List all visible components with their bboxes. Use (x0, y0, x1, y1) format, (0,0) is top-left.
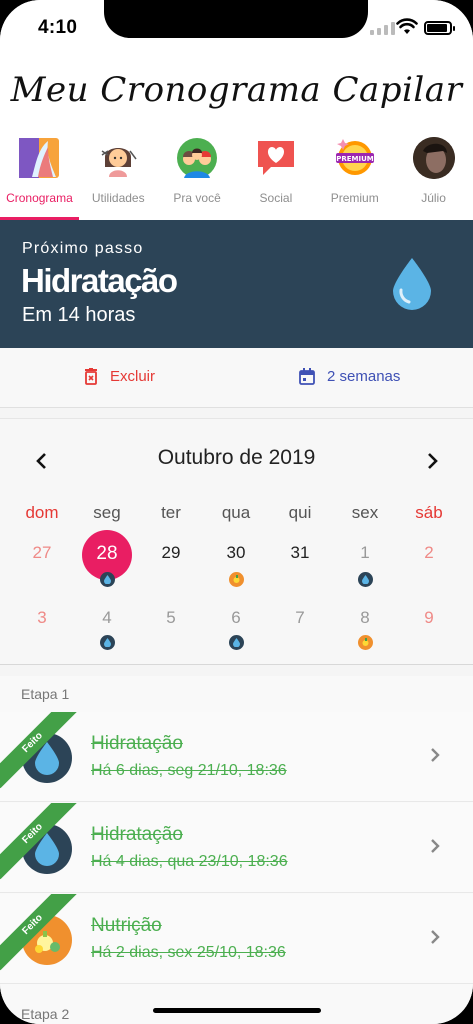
weekday-label: qua (221, 503, 251, 522)
tab-bar: Cronograma Utilidades Pra você Social PR… (0, 134, 473, 220)
status-time: 4:10 (38, 17, 78, 38)
calendar-day[interactable]: 4 (75, 608, 139, 628)
next-step-banner[interactable]: Próximo passo Hidratação Em 14 horas (0, 220, 473, 348)
stages-list: Etapa 1 Feito Hidratação Há 6 dias, seg … (0, 676, 473, 1024)
tab-label: Premium (330, 191, 379, 205)
chevron-right-icon (428, 453, 438, 469)
hydration-dot-icon (358, 572, 373, 587)
weekday-label: ter (161, 503, 181, 522)
actions-bar: Excluir 2 semanas (0, 348, 473, 408)
next-step-time: Em 14 horas (22, 304, 136, 326)
schedule-art-icon (18, 137, 60, 179)
tab-premium[interactable]: PREMIUM Premium (315, 134, 394, 220)
chevron-right-icon (431, 748, 440, 762)
hydration-dot-icon (229, 635, 244, 650)
tab-profile[interactable]: Júlio (394, 134, 473, 220)
nutrition-dot-icon (229, 572, 244, 587)
stylist-icon (97, 137, 139, 179)
calendar-icon (299, 368, 315, 385)
nutrition-dot-icon (358, 635, 373, 650)
avatar-icon (412, 137, 455, 179)
weekday-label: qui (288, 503, 312, 522)
home-indicator[interactable] (153, 1008, 321, 1013)
calendar: Outubro de 2019 dom seg ter qua qui sex … (0, 418, 473, 665)
tab-label: Cronograma (6, 191, 73, 205)
people-icon (176, 137, 218, 179)
calendar-day[interactable]: 29 (139, 543, 203, 563)
calendar-day[interactable]: 5 (139, 608, 203, 628)
item-subtitle: Há 2 dias, sex 25/10, 18:36 (91, 944, 286, 961)
app-title: Meu Cronograma Capilar (10, 70, 463, 110)
list-item[interactable]: Feito Nutrição Há 2 dias, sex 25/10, 18:… (0, 894, 473, 984)
weekday-label: sáb (415, 503, 443, 522)
battery-icon (424, 21, 455, 35)
tab-pra-voce[interactable]: Pra você (158, 134, 237, 220)
calendar-day-today[interactable]: 28 (75, 543, 139, 565)
weekday-label: seg (93, 503, 121, 522)
water-drop-icon (393, 258, 431, 310)
calendar-day[interactable]: 6 (204, 608, 268, 628)
calendar-day[interactable]: 9 (397, 608, 461, 628)
next-month-button[interactable] (418, 446, 448, 476)
tab-label: Pra você (173, 191, 221, 205)
calendar-day[interactable]: 3 (10, 608, 74, 628)
tab-cronograma[interactable]: Cronograma (0, 134, 79, 220)
tab-utilidades[interactable]: Utilidades (79, 134, 158, 220)
weeks-button[interactable]: 2 semanas (299, 368, 400, 385)
weekday-label: dom (25, 503, 59, 522)
calendar-day[interactable]: 30 (204, 543, 268, 563)
calendar-day[interactable]: 2 (397, 543, 461, 563)
calendar-day[interactable]: 7 (268, 608, 332, 628)
item-title: Hidratação (91, 824, 183, 845)
heart-chat-icon (255, 137, 297, 179)
calendar-day[interactable]: 27 (10, 543, 74, 563)
chevron-right-icon (431, 839, 440, 853)
app-header: Meu Cronograma Capilar Cronograma Utilid… (0, 58, 473, 220)
list-item[interactable]: Feito Hidratação Há 6 dias, seg 21/10, 1… (0, 712, 473, 802)
stage-label: Etapa 1 (21, 686, 70, 702)
weekday-label: sex (351, 503, 379, 522)
next-step-title: Hidratação (21, 262, 178, 299)
item-subtitle: Há 6 dias, seg 21/10, 18:36 (91, 762, 287, 779)
list-item[interactable]: Feito Hidratação Há 4 dias, qua 23/10, 1… (0, 803, 473, 893)
calendar-month: Outubro de 2019 (157, 446, 316, 469)
wifi-icon (396, 18, 418, 34)
hydration-dot-icon (100, 635, 115, 650)
calendar-day[interactable]: 8 (333, 608, 397, 628)
chevron-right-icon (431, 930, 440, 944)
item-subtitle: Há 4 dias, qua 23/10, 18:36 (91, 853, 288, 870)
delete-button[interactable]: Excluir (84, 368, 155, 385)
notch (104, 0, 368, 38)
calendar-day[interactable]: 1 (333, 543, 397, 563)
stage-label: Etapa 2 (21, 1006, 70, 1022)
tab-label: Social (259, 191, 293, 205)
trash-icon (85, 368, 97, 385)
app-screen: 4:10 Meu Cronograma Capilar Cronograma U… (0, 0, 473, 1024)
signal-icon (370, 21, 395, 35)
delete-label: Excluir (110, 368, 156, 385)
calendar-day[interactable]: 31 (268, 543, 332, 563)
tab-label: Júlio (421, 191, 446, 205)
svg-text:PREMIUM: PREMIUM (336, 155, 374, 163)
premium-badge-icon: PREMIUM (334, 137, 376, 179)
item-title: Nutrição (91, 915, 162, 936)
hydration-dot-icon (100, 572, 115, 587)
item-title: Hidratação (91, 733, 183, 754)
status-bar: 4:10 (0, 0, 473, 58)
tab-social[interactable]: Social (236, 134, 315, 220)
weeks-label: 2 semanas (327, 368, 401, 385)
next-step-label: Próximo passo (22, 240, 144, 257)
tab-label: Utilidades (91, 191, 145, 205)
